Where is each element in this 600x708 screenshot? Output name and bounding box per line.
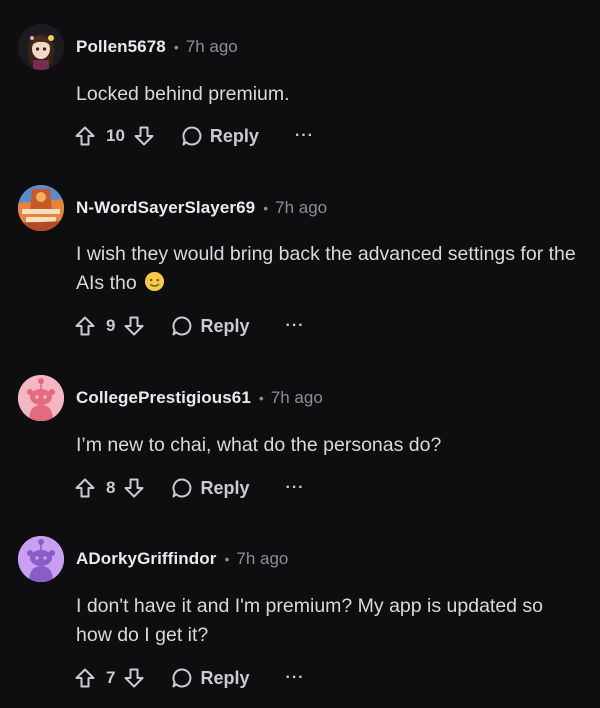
username[interactable]: N-WordSayerSlayer69 (76, 198, 255, 218)
reply-button[interactable]: Reply (181, 125, 259, 147)
comment-body: I’m new to chai, what do the personas do… (76, 431, 588, 460)
separator-dot: • (224, 551, 230, 567)
speech-bubble-icon (172, 316, 192, 336)
comment-text: Locked behind premium. (76, 83, 290, 105)
reply-label: Reply (200, 667, 250, 688)
upvote-arrow-icon[interactable] (74, 477, 96, 499)
username[interactable]: Pollen5678 (76, 37, 166, 57)
reply-label: Reply (200, 477, 250, 498)
snoo-default-avatar-purple-icon (18, 536, 64, 582)
separator-dot: • (258, 390, 264, 406)
comment-body: I wish they would bring back the advance… (76, 240, 588, 298)
speech-bubble-icon (182, 126, 202, 146)
reply-label: Reply (200, 315, 250, 336)
snoo-default-avatar-pink-icon (18, 375, 64, 421)
vote-score: 7 (106, 668, 116, 687)
speech-bubble-icon (172, 668, 192, 688)
slightly-smiling-tear-face-emoji-icon (145, 271, 165, 292)
user-avatar[interactable] (18, 185, 64, 231)
anime-character-avatar-icon (18, 24, 64, 70)
timestamp: 7h ago (275, 198, 328, 217)
upvote-arrow-icon[interactable] (74, 667, 96, 689)
username[interactable]: ADorkyGriffindor (76, 549, 216, 569)
colorful-image-avatar-icon (18, 185, 64, 231)
comment-header: Pollen5678 • 7h ago (18, 23, 238, 71)
downvote-arrow-icon[interactable] (123, 315, 145, 337)
more-options-icon[interactable]: ··· (286, 479, 305, 497)
user-avatar[interactable] (18, 24, 64, 70)
user-avatar[interactable] (18, 375, 64, 421)
upvote-arrow-icon[interactable] (74, 315, 96, 337)
downvote-arrow-icon[interactable] (133, 125, 155, 147)
downvote-arrow-icon[interactable] (123, 667, 145, 689)
separator-dot: • (263, 200, 269, 216)
reply-button[interactable]: Reply (171, 315, 250, 337)
speech-bubble-icon (172, 478, 192, 498)
comment-header: N-WordSayerSlayer69 • 7h ago (18, 184, 327, 232)
comment-actions: 10 Reply ··· (74, 121, 314, 151)
timestamp: 7h ago (236, 549, 289, 568)
comment-actions: 8 Reply ··· (74, 473, 304, 503)
comment-header: CollegePrestigious61 • 7h ago (18, 374, 323, 422)
comment-actions: 7 Reply ··· (74, 663, 304, 693)
username[interactable]: CollegePrestigious61 (76, 388, 251, 408)
comment-text: I don't have it and I'm premium? My app … (76, 595, 544, 646)
comment-actions: 9 Reply ··· (74, 311, 304, 341)
comment-text: I’m new to chai, what do the personas do… (76, 434, 442, 456)
timestamp: 7h ago (185, 37, 238, 56)
vote-score: 8 (106, 478, 116, 497)
comment-body: I don't have it and I'm premium? My app … (76, 592, 581, 650)
timestamp: 7h ago (270, 388, 323, 407)
downvote-arrow-icon[interactable] (123, 477, 145, 499)
vote-score: 10 (106, 126, 125, 145)
user-avatar[interactable] (18, 536, 64, 582)
upvote-arrow-icon[interactable] (74, 125, 96, 147)
reply-button[interactable]: Reply (171, 667, 250, 689)
more-options-icon[interactable]: ··· (286, 669, 305, 687)
more-options-icon[interactable]: ··· (286, 317, 305, 335)
reply-button[interactable]: Reply (171, 477, 250, 499)
comment-body: Locked behind premium. (76, 80, 588, 109)
more-options-icon[interactable]: ··· (295, 127, 314, 145)
separator-dot: • (173, 39, 179, 55)
vote-score: 9 (106, 316, 116, 335)
reply-label: Reply (209, 125, 259, 146)
comment-header: ADorkyGriffindor • 7h ago (18, 535, 288, 583)
